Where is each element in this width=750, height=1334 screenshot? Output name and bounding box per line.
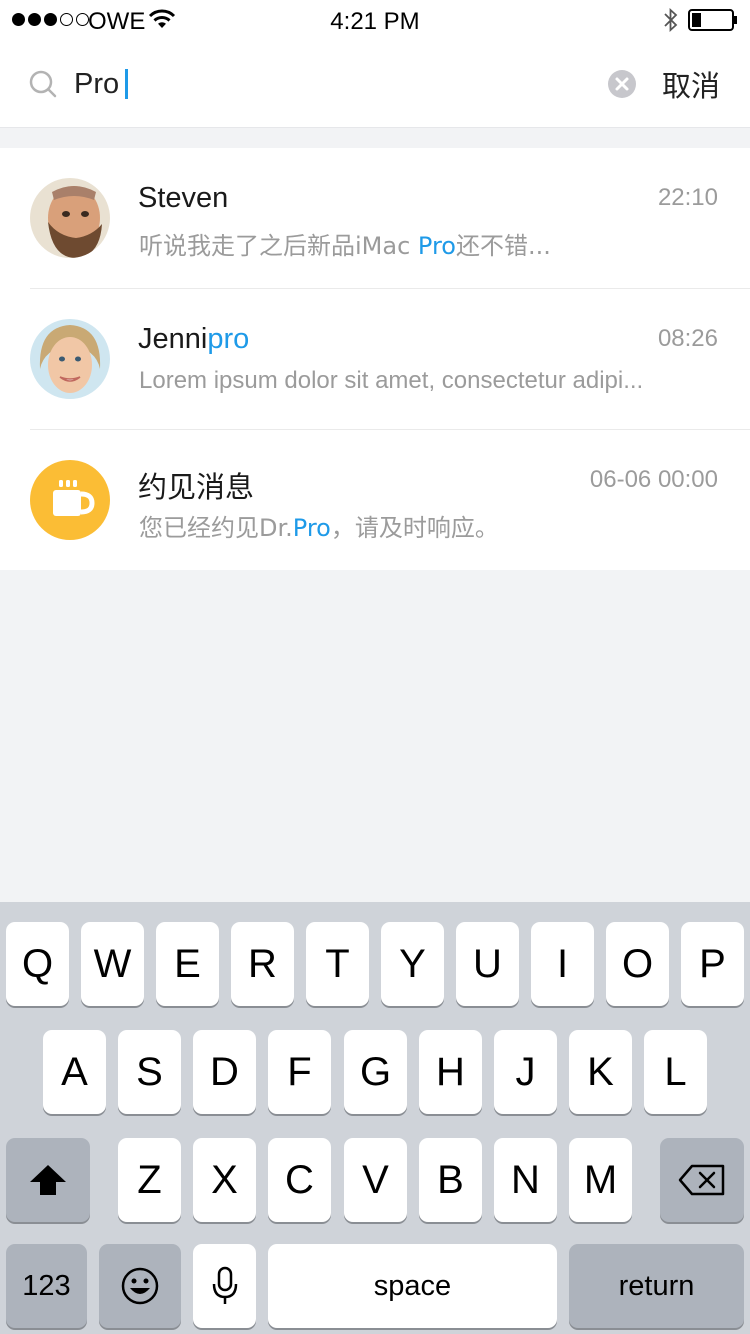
cancel-button[interactable]: 取消 [662,62,720,106]
clock: 4:21 PM [330,8,420,35]
status-bar: OWE 4:21 PM [0,0,750,40]
key-a[interactable]: A [43,1030,106,1114]
delete-key[interactable] [660,1138,744,1222]
result-row-appointment[interactable]: 约见消息 06-06 00:00 您已经约见Dr.Pro，请及时响应。 [0,430,750,571]
key-j[interactable]: J [494,1030,557,1114]
return-key[interactable]: return [569,1244,744,1328]
key-e[interactable]: E [156,922,219,1006]
key-y[interactable]: Y [381,922,444,1006]
space-key[interactable]: space [268,1244,557,1328]
result-row-jennipro[interactable]: Jennipro 08:26 Lorem ipsum dolor sit ame… [0,289,750,430]
key-p[interactable]: P [681,922,744,1006]
clear-search-icon[interactable] [607,69,637,104]
key-x[interactable]: X [193,1138,256,1222]
key-u[interactable]: U [456,922,519,1006]
key-o[interactable]: O [606,922,669,1006]
numbers-key[interactable]: 123 [6,1244,87,1328]
search-results-list: Steven 22:10 听说我走了之后新品iMac Pro还不错... Jen… [0,148,750,570]
contact-name: Jennipro [138,323,250,355]
text-cursor [125,69,129,99]
search-input[interactable]: Pro [74,62,129,106]
space-key-label: space [373,1269,452,1302]
dictation-key[interactable] [193,1244,256,1328]
key-i[interactable]: I [531,922,594,1006]
message-time: 08:26 [657,325,718,352]
key-s[interactable]: S [118,1030,181,1114]
key-r[interactable]: R [231,922,294,1006]
search-divider [0,127,750,128]
backspace-icon [678,1164,725,1196]
key-v[interactable]: V [344,1138,407,1222]
key-t[interactable]: T [306,922,369,1006]
key-f[interactable]: F [268,1030,331,1114]
key-n[interactable]: N [494,1138,557,1222]
key-c[interactable]: C [268,1138,331,1222]
return-key-label: return [618,1269,695,1302]
key-w[interactable]: W [81,922,144,1006]
search-bar: Pro 取消 [0,40,750,128]
message-preview: Lorem ipsum dolor sit amet, consectetur … [139,367,644,394]
battery-icon [688,9,738,38]
search-icon [29,70,57,103]
result-row-steven[interactable]: Steven 22:10 听说我走了之后新品iMac Pro还不错... [0,148,750,289]
message-time: 22:10 [657,184,718,211]
key-b[interactable]: B [419,1138,482,1222]
contact-name: 约见消息 [138,470,255,504]
key-q[interactable]: Q [6,922,69,1006]
search-query-text: Pro [74,67,120,100]
avatar-bearded-man [30,178,110,258]
emoji-icon [121,1267,159,1305]
coffee-cup-icon [30,460,110,540]
key-d[interactable]: D [193,1030,256,1114]
key-m[interactable]: M [569,1138,632,1222]
message-preview: 听说我走了之后新品iMac Pro还不错... [139,232,551,260]
avatar-smiling-woman [30,319,110,399]
contact-name: Steven [138,182,229,214]
key-l[interactable]: L [644,1030,707,1114]
message-preview: 您已经约见Dr.Pro，请及时响应。 [139,514,499,542]
microphone-icon [212,1266,237,1304]
message-time: 06-06 00:00 [589,466,718,493]
key-g[interactable]: G [344,1030,407,1114]
numbers-key-label: 123 [22,1269,71,1302]
emoji-key[interactable] [99,1244,181,1328]
shift-icon [30,1165,66,1195]
key-k[interactable]: K [569,1030,632,1114]
keyboard: Q W E R T Y U I O P A S D F G H J K L Z … [0,902,750,1334]
shift-key[interactable] [6,1138,90,1222]
key-h[interactable]: H [419,1030,482,1114]
key-z[interactable]: Z [118,1138,181,1222]
bluetooth-icon [662,7,680,40]
